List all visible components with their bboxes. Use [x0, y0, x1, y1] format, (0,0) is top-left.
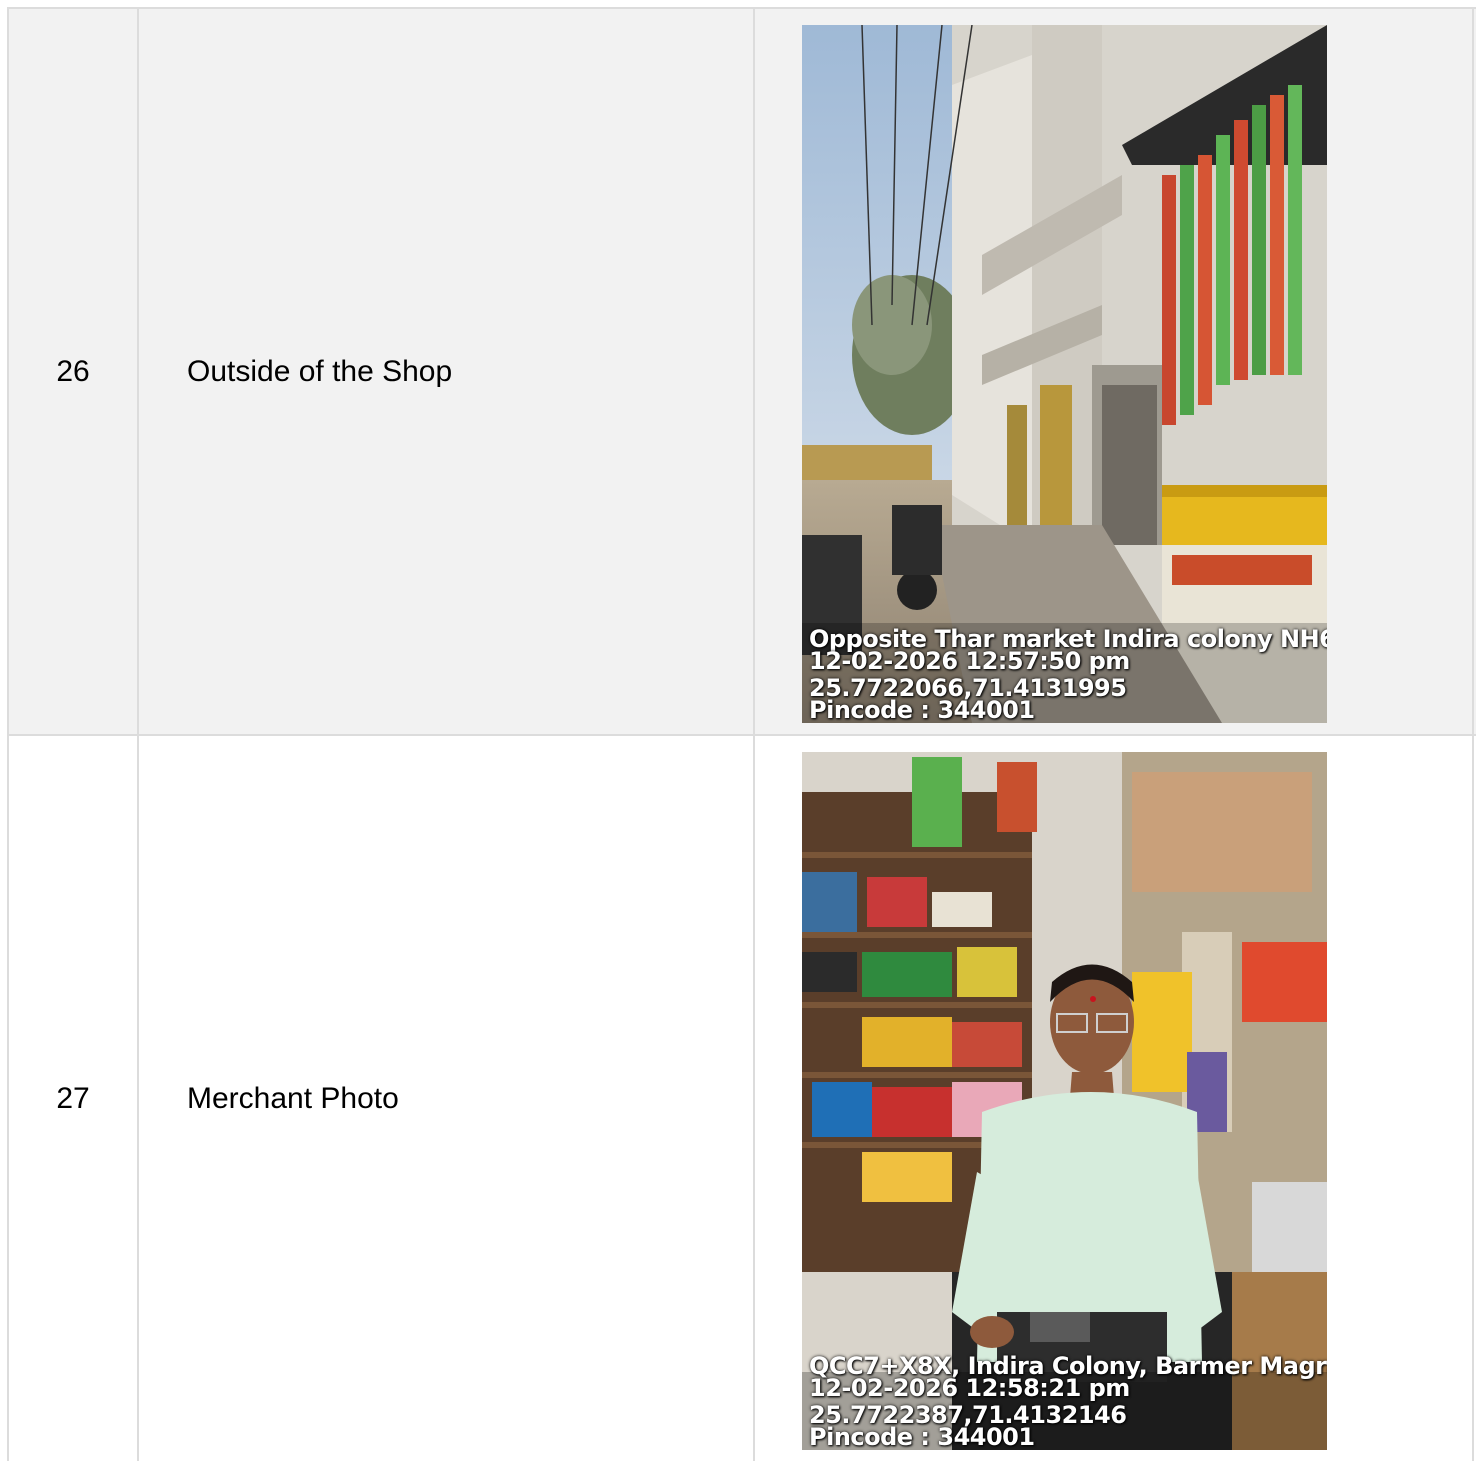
- merchant-in-shop-photo[interactable]: QCC7+X8X, Indira Colony, Barmer Magra, R…: [802, 752, 1327, 1450]
- table-row: 27 Merchant Photo QCC7+X8X, Indira Colon…: [9, 736, 1476, 1461]
- shop-exterior-photo[interactable]: Opposite Thar market Indira colony NH68,…: [802, 25, 1327, 723]
- photo-table: 26 Outside of the Shop Opposite Thar mar…: [7, 7, 1476, 1461]
- geotag-pincode: Pincode : 344001: [809, 696, 1035, 723]
- row-label: Outside of the Shop: [139, 9, 755, 734]
- geotag-datetime: 12-02-2026 12:57:50 pm: [809, 647, 1130, 675]
- row-number: 26: [9, 9, 139, 734]
- row-label: Merchant Photo: [139, 736, 755, 1461]
- geotag-stamp: Opposite Thar market Indira colony NH68,…: [809, 627, 1327, 723]
- geotag-datetime: 12-02-2026 12:58:21 pm: [809, 1374, 1130, 1402]
- photo-cell: Opposite Thar market Indira colony NH68,…: [755, 9, 1474, 734]
- shop-exterior-illustration: [802, 25, 1327, 723]
- geotag-stamp: QCC7+X8X, Indira Colony, Barmer Magra, R…: [809, 1354, 1327, 1450]
- merchant-illustration: [802, 752, 1327, 1450]
- table-row: 26 Outside of the Shop Opposite Thar mar…: [9, 9, 1476, 736]
- photo-cell: QCC7+X8X, Indira Colony, Barmer Magra, R…: [755, 736, 1474, 1461]
- geotag-pincode: Pincode : 344001: [809, 1423, 1035, 1450]
- row-number: 27: [9, 736, 139, 1461]
